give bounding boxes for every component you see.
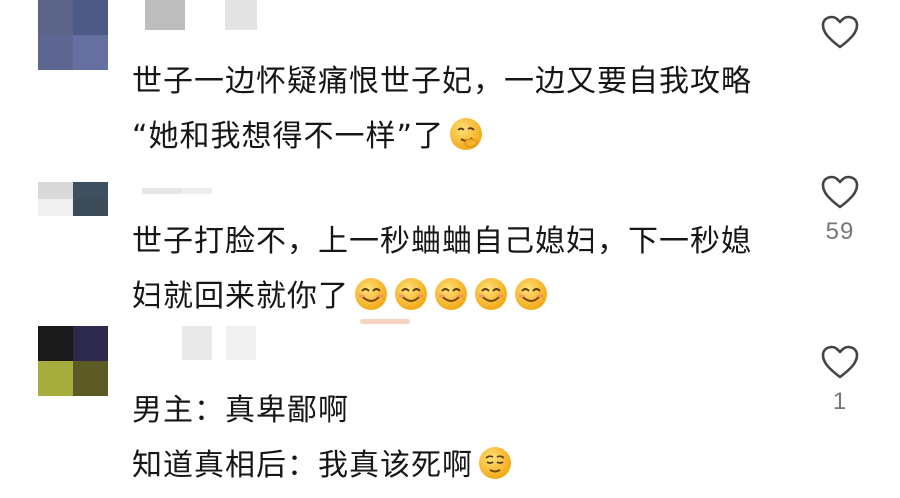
smiling-emoji-icon: [515, 278, 547, 310]
like-control[interactable]: [820, 14, 860, 58]
relieved-emoji-icon: [479, 447, 511, 479]
heart-outline-icon[interactable]: [820, 344, 860, 380]
comment-line-with-emoji: 知道真相后：我真该死啊: [132, 438, 513, 493]
smiling-emoji-icon: [435, 278, 467, 310]
heart-outline-icon[interactable]: [820, 174, 860, 210]
username-blurred[interactable]: [182, 326, 256, 360]
smiling-emoji-icon: [475, 278, 507, 310]
comment-line: 妇就回来就你了: [132, 279, 349, 314]
comment-line: 男主：真卑鄙啊: [132, 393, 349, 428]
comment-line: “她和我想得不一样”了: [132, 119, 445, 154]
username-blurred[interactable]: [145, 0, 257, 30]
comment-text: 男主：真卑鄙啊 知道真相后：我真该死啊: [132, 383, 513, 493]
comment-text: 世子打脸不，上一秒蛐蛐自己媳妇，下一秒媳 妇就回来就你了: [132, 214, 752, 324]
comment-line: 世子一边怀疑痛恨世子妃，一边又要自我攻略: [132, 64, 752, 99]
avatar[interactable]: [38, 0, 108, 70]
thinking-smirk-emoji-icon: [450, 118, 483, 150]
like-count: 59: [825, 218, 855, 245]
smiling-emoji-icon: [395, 278, 427, 310]
like-control[interactable]: 59: [820, 174, 860, 246]
avatar[interactable]: [38, 182, 108, 216]
comment-item: 世子一边怀疑痛恨世子妃，一边又要自我攻略 “她和我想得不一样”了: [0, 0, 900, 170]
comment-line-with-emoji: “她和我想得不一样”了: [132, 109, 752, 164]
comment-line-with-emoji: 妇就回来就你了: [132, 269, 752, 324]
smiling-emoji-icon: [355, 278, 387, 310]
like-count: 1: [832, 388, 848, 415]
comment-line: 世子打脸不，上一秒蛐蛐自己媳妇，下一秒媳: [132, 224, 752, 259]
avatar[interactable]: [38, 326, 108, 396]
heart-outline-icon[interactable]: [820, 14, 860, 50]
username-blurred[interactable]: [142, 188, 212, 194]
comment-text: 世子一边怀疑痛恨世子妃，一边又要自我攻略 “她和我想得不一样”了: [132, 54, 752, 164]
like-control[interactable]: 1: [820, 344, 860, 416]
comment-item: 世子打脸不，上一秒蛐蛐自己媳妇，下一秒媳 妇就回来就你了 59: [0, 170, 900, 324]
comment-line: 知道真相后：我真该死啊: [132, 448, 473, 483]
comment-item: 男主：真卑鄙啊 知道真相后：我真该死啊 1: [0, 320, 900, 498]
